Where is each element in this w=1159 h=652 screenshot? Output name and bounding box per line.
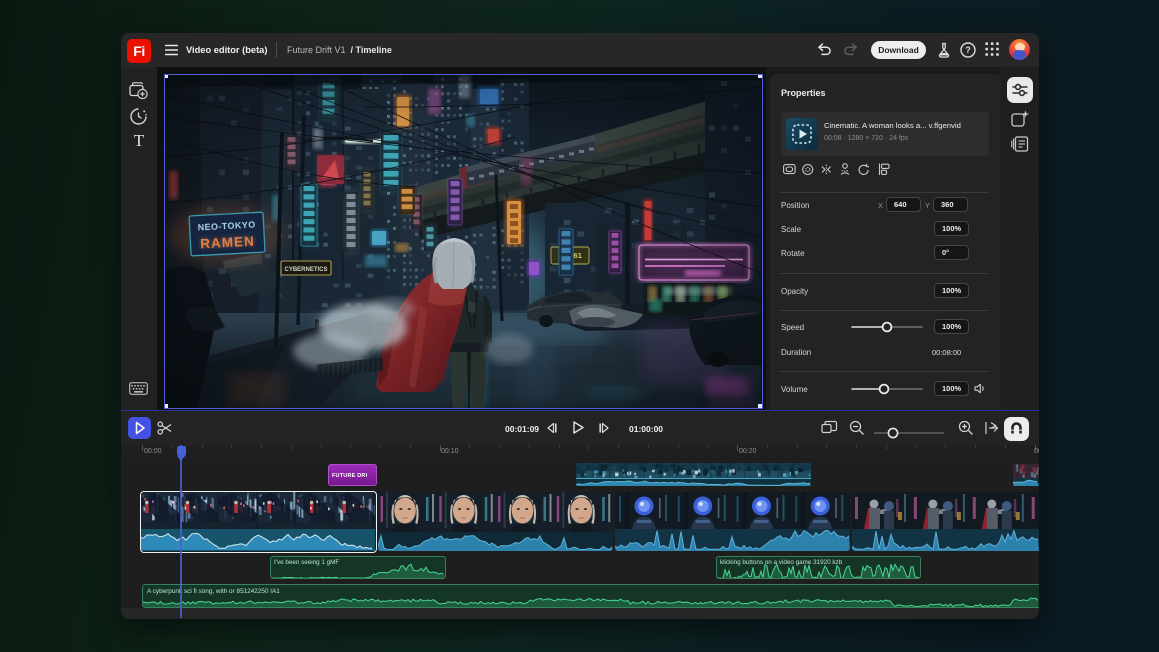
svg-text:?: ?	[965, 45, 971, 55]
